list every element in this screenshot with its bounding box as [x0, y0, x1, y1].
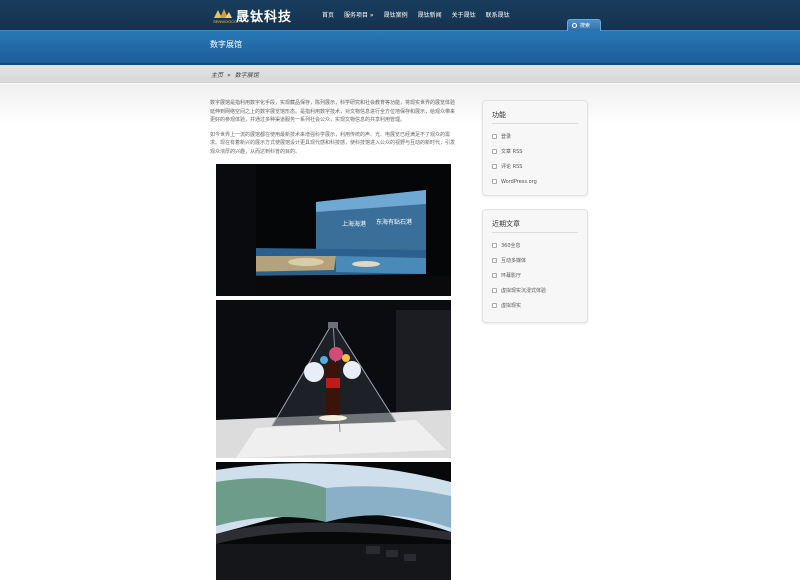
recent-post-item[interactable]: 虚拟现实: [492, 298, 546, 313]
search-icon: [572, 23, 577, 28]
search-button[interactable]: 搜索: [567, 19, 601, 31]
article-image-hologram: [216, 300, 451, 458]
bullet-icon: [492, 243, 497, 248]
logo-mark-icon: [214, 9, 232, 18]
sidebar-item-wordpress[interactable]: WordPress.org: [492, 174, 537, 189]
article-paragraph: 数字展馆是指利用数字化手段，实现藏品保存，陈列展示，科学研究和社会教育等功能，将…: [210, 100, 456, 124]
sidebar-item-comments-rss[interactable]: 评论 RSS: [492, 159, 537, 174]
bullet-icon: [492, 149, 497, 154]
page-banner: 数字展馆: [0, 30, 800, 65]
nav-contact[interactable]: 联系晟钛: [486, 10, 510, 22]
nav-cases[interactable]: 晟钛案例: [384, 10, 408, 22]
recent-post-item[interactable]: 互动多媒体: [492, 253, 546, 268]
recent-post-item[interactable]: 环幕影厅: [492, 268, 546, 283]
bullet-icon: [492, 258, 497, 263]
breadcrumb-home[interactable]: 主页: [211, 72, 223, 79]
logo-subtext: SENWOOCO: [213, 19, 238, 24]
page-title: 数字展馆: [210, 40, 242, 49]
article-paragraph: 如今世界上一流的展馆都在使用最新技术来增强科学展示，利用传统的声、光、电展览已经…: [210, 131, 456, 155]
top-header: 晟钛科技 SENWOOCO 首页 服务项目 » 晟钛案例 晟钛新闻 关于晟钛 联…: [0, 0, 800, 30]
bullet-icon: [492, 164, 497, 169]
nav-services[interactable]: 服务项目 »: [344, 10, 374, 22]
svg-text:上海海港: 上海海港: [342, 220, 366, 228]
widget-title: 功能: [492, 111, 506, 119]
recent-post-item[interactable]: 360全息: [492, 238, 546, 253]
sidebar-item-login[interactable]: 登录: [492, 129, 537, 144]
bullet-icon: [492, 179, 497, 184]
breadcrumb-bar: 主页 » 数字展馆: [0, 65, 800, 83]
bullet-icon: [492, 288, 497, 293]
sidebar-widget-functions: 功能 登录 文章 RSS 评论 RSS WordPress.org: [482, 100, 588, 196]
recent-post-item[interactable]: 虚拟现实沉浸式体验: [492, 283, 546, 298]
search-label: 搜索: [580, 23, 591, 29]
breadcrumb: 主页 » 数字展馆: [211, 70, 259, 79]
bullet-icon: [492, 134, 497, 139]
widget-list: 360全息 互动多媒体 环幕影厅 虚拟现实沉浸式体验 虚拟现实: [492, 238, 546, 313]
svg-text:东海有鉆石港: 东海有鉆石港: [376, 218, 412, 226]
site-logo[interactable]: 晟钛科技 SENWOOCO: [213, 5, 293, 25]
widget-title: 近期文章: [492, 220, 520, 228]
logo-text: 晟钛科技: [236, 10, 293, 25]
nav-home[interactable]: 首页: [322, 10, 334, 22]
article-image-panorama: 上海海港 东海有鉆石港: [216, 164, 451, 296]
bullet-icon: [492, 273, 497, 278]
nav-about[interactable]: 关于晟钛: [452, 10, 476, 22]
main-nav: 首页 服务项目 » 晟钛案例 晟钛新闻 关于晟钛 联系晟钛: [322, 10, 510, 22]
breadcrumb-current: 数字展馆: [234, 72, 259, 79]
article-content: 数字展馆是指利用数字化手段，实现藏品保存，陈列展示，科学研究和社会教育等功能，将…: [210, 99, 455, 163]
nav-news[interactable]: 晟钛新闻: [418, 10, 442, 22]
breadcrumb-separator: »: [227, 72, 231, 79]
widget-list: 登录 文章 RSS 评论 RSS WordPress.org: [492, 129, 537, 189]
bullet-icon: [492, 303, 497, 308]
widget-divider: [492, 232, 578, 233]
sidebar-item-articles-rss[interactable]: 文章 RSS: [492, 144, 537, 159]
article-image-dome: [216, 462, 451, 580]
sidebar-widget-recent-posts: 近期文章 360全息 互动多媒体 环幕影厅 虚拟现实沉浸式体验 虚拟现实: [482, 209, 588, 323]
widget-divider: [492, 123, 578, 124]
